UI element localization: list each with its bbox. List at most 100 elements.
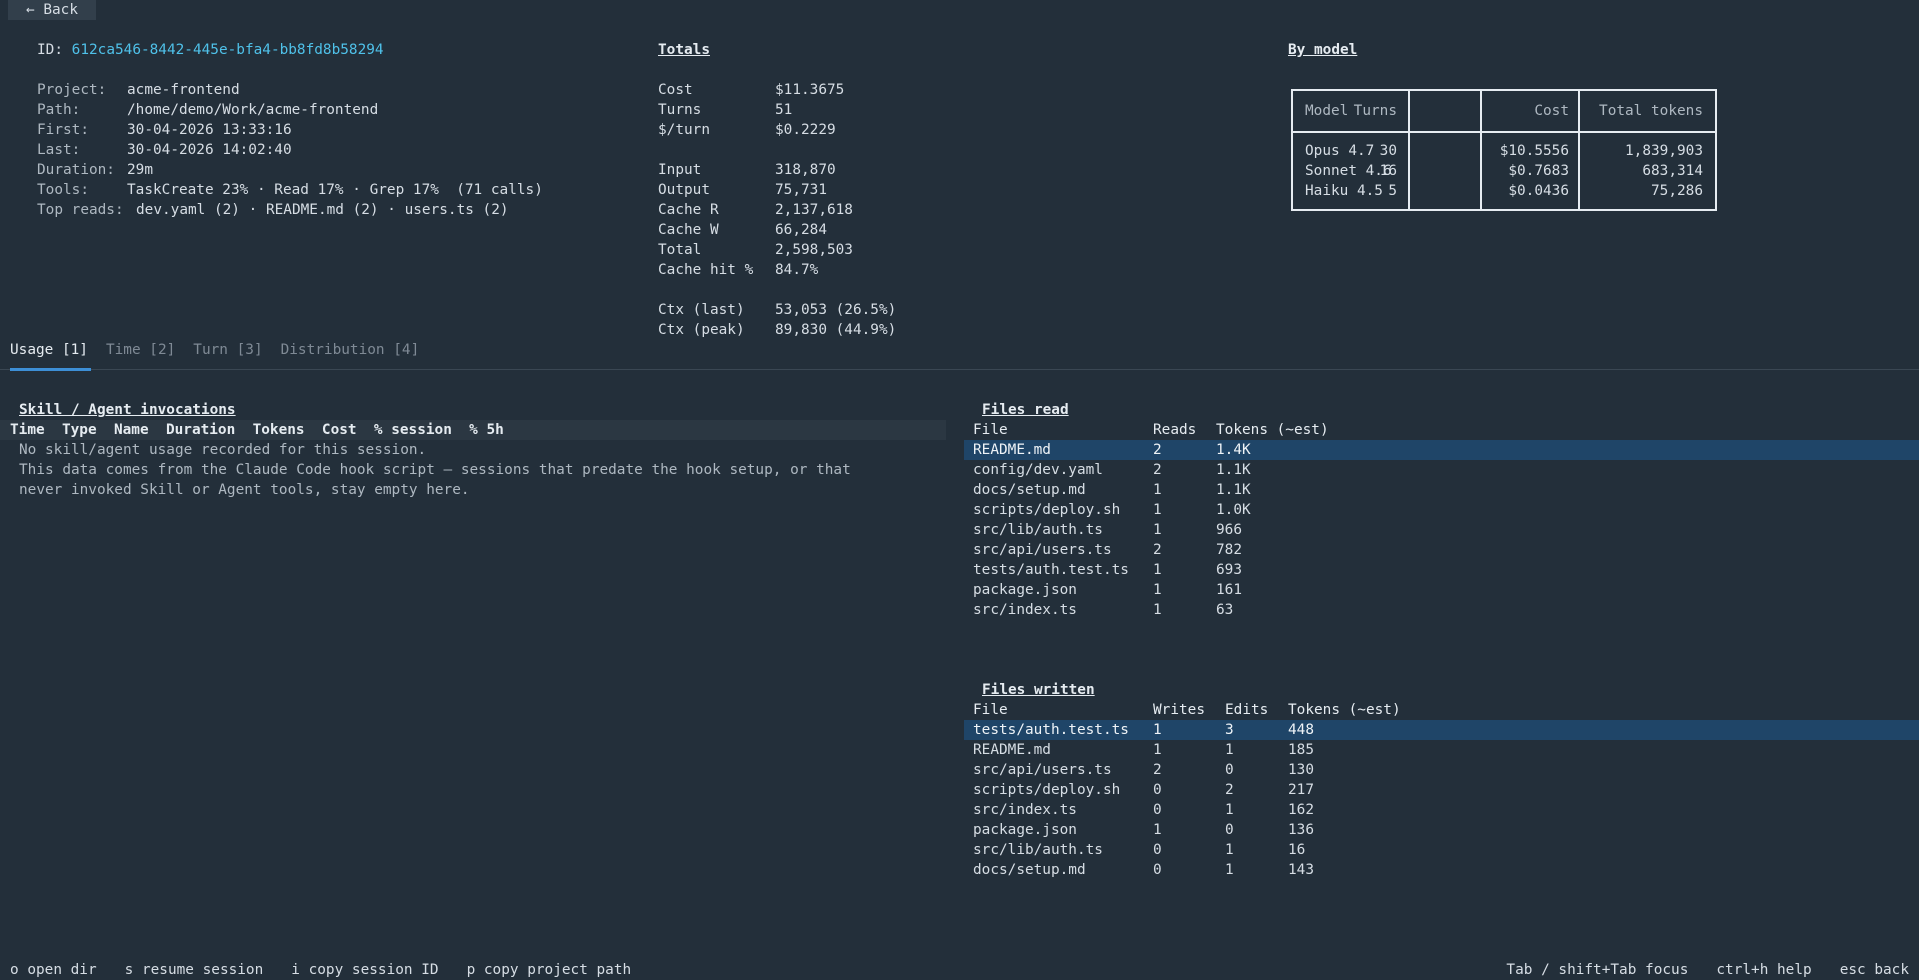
last-label: Last: [37, 142, 81, 158]
writes-col-header: Writes [1153, 702, 1205, 718]
footer-shortcuts-left: o open dir s resume session i copy sessi… [10, 960, 659, 980]
skills-heading: Skill / Agent invocations [19, 402, 236, 418]
edits-cell: 2 [1225, 782, 1234, 798]
files-read-heading: Files read [982, 402, 1069, 418]
first-value: 30-04-2026 13:33:16 [127, 122, 292, 138]
reads-cell: 1 [1153, 582, 1162, 598]
tokens-cell: 143 [1288, 862, 1314, 878]
table-row[interactable]: README.md 1 1 185 [964, 740, 1919, 760]
tab-turn[interactable]: Turn [3] [193, 340, 262, 360]
skills-table-header: Time Type Name Duration Tokens Cost % se… [0, 420, 946, 440]
table-row[interactable]: tests/auth.test.ts 1 693 [964, 560, 1919, 580]
turns-label: Turns [658, 102, 702, 118]
back-shortcut[interactable]: esc back [1840, 960, 1909, 980]
table-row[interactable]: src/lib/auth.ts 0 1 16 [964, 840, 1919, 860]
table-row[interactable]: src/api/users.ts 2 0 130 [964, 760, 1919, 780]
tokens-col-header: Total tokens [1599, 103, 1703, 119]
help-shortcut[interactable]: ctrl+h help [1716, 960, 1811, 980]
tab-time[interactable]: Time [2] [106, 340, 175, 360]
input-label: Input [658, 162, 702, 178]
empty-line: No skill/agent usage recorded for this s… [19, 442, 427, 458]
cache-hit-value: 84.7% [775, 262, 819, 278]
model-row-turns: 16 [1379, 163, 1397, 179]
session-info: ID: 612ca546-8442-445e-bfa4-bb8fd8b58294… [37, 40, 543, 220]
table-row[interactable]: src/lib/auth.ts 1 966 [964, 520, 1919, 540]
writes-cell: 1 [1153, 722, 1162, 738]
totals-panel: Totals Cost $11.3675 Turns 51 $/turn $0.222… [658, 40, 896, 340]
edits-cell: 1 [1225, 842, 1234, 858]
file-cell: scripts/deploy.sh [973, 782, 1121, 798]
reads-cell: 2 [1153, 442, 1162, 458]
model-row-cost: $0.7683 [1508, 163, 1569, 179]
tokens-cell: 185 [1288, 742, 1314, 758]
output-value: 75,731 [775, 182, 827, 198]
duration-label: Duration: [37, 162, 115, 178]
copy-session-id-shortcut[interactable]: i copy session ID [291, 960, 438, 980]
turns-col-header: Turns [1353, 103, 1397, 119]
open-dir-shortcut[interactable]: o open dir [10, 960, 97, 980]
writes-cell: 1 [1153, 822, 1162, 838]
table-row[interactable]: tests/auth.test.ts 1 3 448 [964, 720, 1919, 740]
tokens-cell: 966 [1216, 522, 1242, 538]
model-row-turns: 30 [1379, 143, 1397, 159]
skills-empty-message: No skill/agent usage recorded for this s… [19, 440, 851, 500]
tokens-cell: 1.1K [1216, 482, 1251, 498]
reads-cell: 1 [1153, 602, 1162, 618]
copy-project-path-shortcut[interactable]: p copy project path [467, 960, 632, 980]
empty-line: never invoked Skill or Agent tools, stay… [19, 482, 470, 498]
writes-cell: 0 [1153, 862, 1162, 878]
table-row[interactable]: src/index.ts 0 1 162 [964, 800, 1919, 820]
focus-shortcut[interactable]: Tab / shift+Tab focus [1506, 960, 1688, 980]
totals-heading: Totals [658, 42, 710, 58]
input-value: 318,870 [775, 162, 836, 178]
edits-cell: 1 [1225, 802, 1234, 818]
table-row[interactable]: docs/setup.md 0 1 143 [964, 860, 1919, 880]
reads-col-header: Reads [1153, 422, 1197, 438]
table-row[interactable]: docs/setup.md 1 1.1K [964, 480, 1919, 500]
table-row[interactable]: config/dev.yaml 2 1.1K [964, 460, 1919, 480]
reads-cell: 2 [1153, 542, 1162, 558]
writes-cell: 0 [1153, 802, 1162, 818]
table-row[interactable]: src/api/users.ts 2 782 [964, 540, 1919, 560]
session-id[interactable]: 612ca546-8442-445e-bfa4-bb8fd8b58294 [72, 40, 384, 60]
model-row-tokens: 75,286 [1651, 183, 1703, 199]
file-cell: tests/auth.test.ts [973, 722, 1129, 738]
last-value: 30-04-2026 14:02:40 [127, 142, 292, 158]
files-written-heading: Files written [982, 682, 1095, 698]
turns-value: 51 [775, 102, 793, 118]
tokens-cell: 448 [1288, 722, 1314, 738]
table-row[interactable]: package.json 1 161 [964, 580, 1919, 600]
files-written-table[interactable]: File Writes Edits Tokens (~est) tests/auth.… [964, 700, 1919, 880]
table-row[interactable]: scripts/deploy.sh 0 2 217 [964, 780, 1919, 800]
file-col-header: File [973, 702, 1008, 718]
table-row[interactable]: scripts/deploy.sh 1 1.0K [964, 500, 1919, 520]
project-label: Project: [37, 82, 107, 98]
model-row-tokens: 683,314 [1642, 163, 1703, 179]
table-row[interactable]: package.json 1 0 136 [964, 820, 1919, 840]
reads-cell: 1 [1153, 522, 1162, 538]
file-cell: src/index.ts [973, 802, 1077, 818]
tokens-cell: 136 [1288, 822, 1314, 838]
file-cell: scripts/deploy.sh [973, 502, 1121, 518]
writes-cell: 0 [1153, 842, 1162, 858]
path-label: Path: [37, 102, 81, 118]
resume-session-shortcut[interactable]: s resume session [125, 960, 264, 980]
tab-distribution[interactable]: Distribution [4] [281, 340, 420, 360]
file-cell: src/index.ts [973, 602, 1077, 618]
top-reads-label: Top reads: [37, 202, 124, 218]
table-row[interactable]: README.md 2 1.4K [964, 440, 1919, 460]
model-row-model: Opus 4.7 [1305, 143, 1375, 159]
model-table: Model Turns Cost Total tokens Opus 4.7 3… [1291, 89, 1717, 211]
tools-value: TaskCreate 23% · Read 17% · Grep 17% (71… [127, 182, 543, 198]
per-turn-value: $0.2229 [775, 122, 836, 138]
files-read-table[interactable]: File Reads Tokens (~est) README.md 2 1.4K co… [964, 420, 1919, 620]
tab-bar: Usage [1] Time [2] Turn [3] Distribution… [10, 340, 437, 360]
back-button[interactable]: ← Back [8, 0, 96, 20]
model-row-tokens: 1,839,903 [1625, 143, 1703, 159]
active-tab-indicator [10, 368, 91, 371]
model-row-cost: $10.5556 [1499, 143, 1569, 159]
tokens-cell: 1.4K [1216, 442, 1251, 458]
footer-shortcuts-right: Tab / shift+Tab focus ctrl+h help esc ba… [1506, 960, 1909, 980]
tab-usage[interactable]: Usage [1] [10, 340, 88, 360]
table-row[interactable]: src/index.ts 1 63 [964, 600, 1919, 620]
